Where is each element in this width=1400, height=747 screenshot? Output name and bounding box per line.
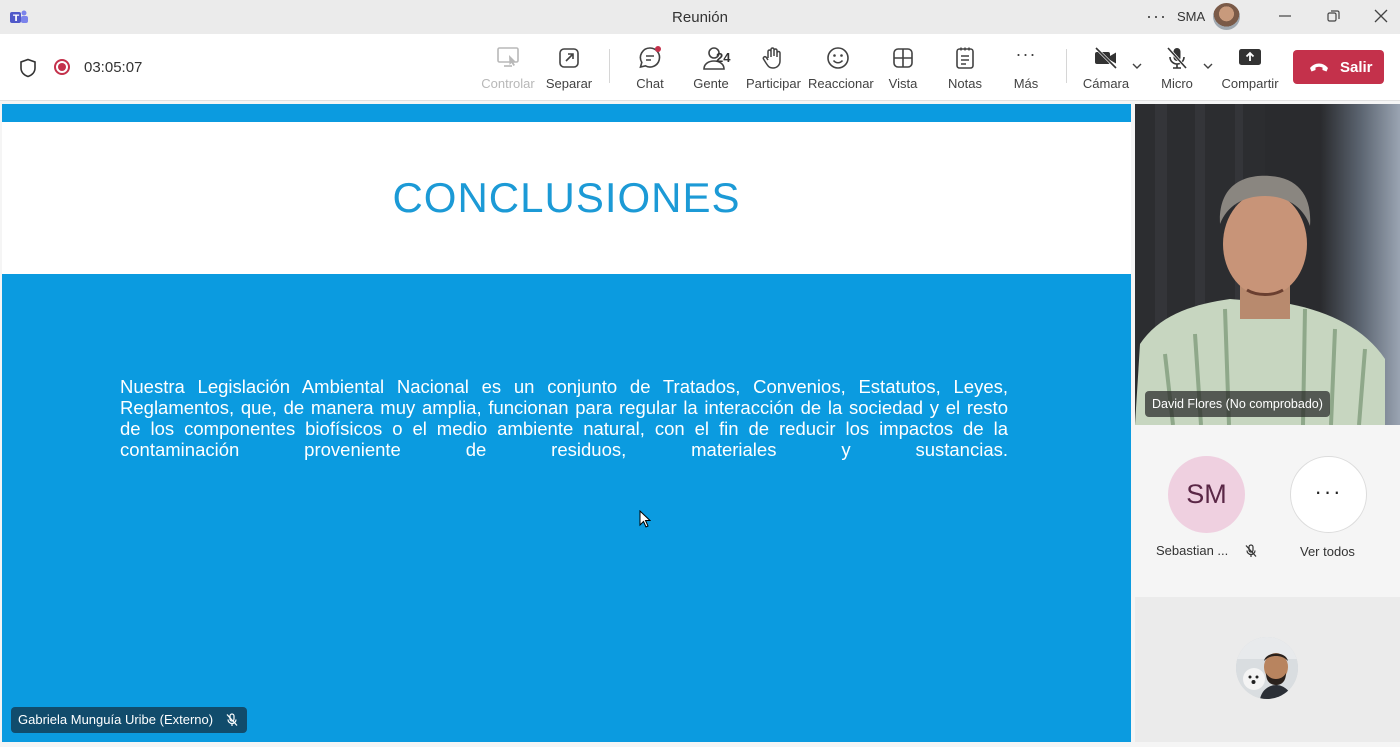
self-avatar: [1236, 637, 1298, 699]
user-initials[interactable]: SMA: [1177, 9, 1205, 24]
mic-muted-icon: [1245, 544, 1257, 557]
slide-title-band: CONCLUSIONES: [2, 122, 1131, 274]
mic-muted-icon: [226, 713, 238, 726]
view-label: Vista: [888, 76, 918, 91]
smiley-icon: [827, 47, 849, 69]
chevron-down-icon[interactable]: [1202, 60, 1214, 72]
screen-control-icon: [497, 47, 519, 67]
participant-video-feed: [1135, 104, 1385, 425]
self-avatar-image: [1236, 637, 1298, 699]
react-label: Reaccionar: [808, 76, 874, 91]
more-button[interactable]: ··· Más: [1006, 45, 1046, 95]
see-all-button[interactable]: ···: [1290, 456, 1367, 533]
meeting-toolbar: 03:05:07 Controlar Separar Chat 24 Gente…: [0, 34, 1400, 101]
mouse-cursor-icon: [639, 510, 651, 528]
separate-label: Separar: [545, 76, 593, 91]
notes-icon: [956, 47, 974, 69]
shared-screen[interactable]: CONCLUSIONES Nuestra Legislación Ambient…: [2, 104, 1131, 742]
meeting-timer: 03:05:07: [84, 59, 143, 76]
restore-icon[interactable]: [1323, 6, 1343, 26]
notes-label: Notas: [948, 76, 982, 91]
titlebar-more-button[interactable]: ···: [1146, 6, 1167, 27]
participant-name: Sebastian ...: [1156, 543, 1229, 558]
self-view[interactable]: [1135, 597, 1400, 742]
recording-icon: [54, 59, 70, 75]
camera-off-icon: [1094, 46, 1118, 70]
participant-tiles: SM Sebastian ... ··· Ver todos: [1135, 428, 1400, 594]
share-label: Compartir: [1221, 76, 1279, 91]
control-label: Controlar: [481, 76, 535, 91]
close-icon[interactable]: [1371, 6, 1391, 26]
hand-icon: [762, 47, 781, 69]
pop-out-icon: [559, 48, 579, 68]
mic-off-icon: [1166, 46, 1188, 70]
participant-video-name: David Flores (No comprobado): [1145, 391, 1330, 417]
raise-hand-button[interactable]: Participar: [746, 45, 801, 95]
chat-label: Chat: [636, 76, 664, 91]
more-label: Más: [1013, 76, 1039, 91]
presenter-name: Gabriela Munguía Uribe (Externo): [18, 712, 214, 727]
share-button[interactable]: Compartir: [1221, 45, 1279, 95]
view-button[interactable]: Vista: [882, 45, 924, 95]
mic-label: Micro: [1161, 76, 1193, 91]
see-all-label: Ver todos: [1300, 544, 1355, 559]
slide-body-text: Nuestra Legislación Ambiental Nacional e…: [120, 376, 1008, 460]
shield-icon[interactable]: [19, 58, 37, 78]
control-button[interactable]: Controlar: [480, 45, 536, 95]
people-count: 24: [716, 50, 731, 65]
grid-view-icon: [893, 48, 913, 68]
people-label: Gente: [693, 76, 729, 91]
more-dots-icon: ···: [1015, 44, 1037, 64]
title-bar: T Reunión ··· SMA: [0, 0, 1400, 34]
toolbar-divider: [1066, 49, 1067, 83]
more-dots-icon: ···: [1314, 479, 1343, 504]
leave-button[interactable]: Salir: [1293, 50, 1384, 84]
toolbar-divider: [609, 49, 610, 83]
camera-button[interactable]: Cámara: [1082, 45, 1130, 95]
people-button[interactable]: 24 Gente: [688, 45, 734, 95]
chat-button[interactable]: Chat: [628, 45, 672, 95]
user-avatar[interactable]: [1213, 3, 1240, 30]
participant-video[interactable]: David Flores (No comprobado): [1135, 104, 1400, 425]
camera-label: Cámara: [1082, 76, 1130, 91]
raise-hand-label: Participar: [746, 76, 801, 91]
chevron-down-icon[interactable]: [1131, 60, 1143, 72]
notes-button[interactable]: Notas: [944, 45, 986, 95]
hang-up-icon: [1310, 63, 1328, 72]
minimize-icon[interactable]: [1275, 6, 1295, 26]
slide-title: CONCLUSIONES: [392, 174, 741, 221]
react-button[interactable]: Reaccionar: [808, 45, 874, 95]
share-screen-icon: [1239, 49, 1261, 65]
leave-label: Salir: [1340, 59, 1373, 76]
mic-button[interactable]: Micro: [1157, 45, 1197, 95]
chat-icon: [639, 46, 661, 69]
presenter-name-tag: Gabriela Munguía Uribe (Externo): [11, 707, 248, 733]
separate-button[interactable]: Separar: [543, 45, 595, 95]
participant-avatar[interactable]: SM: [1168, 456, 1245, 533]
